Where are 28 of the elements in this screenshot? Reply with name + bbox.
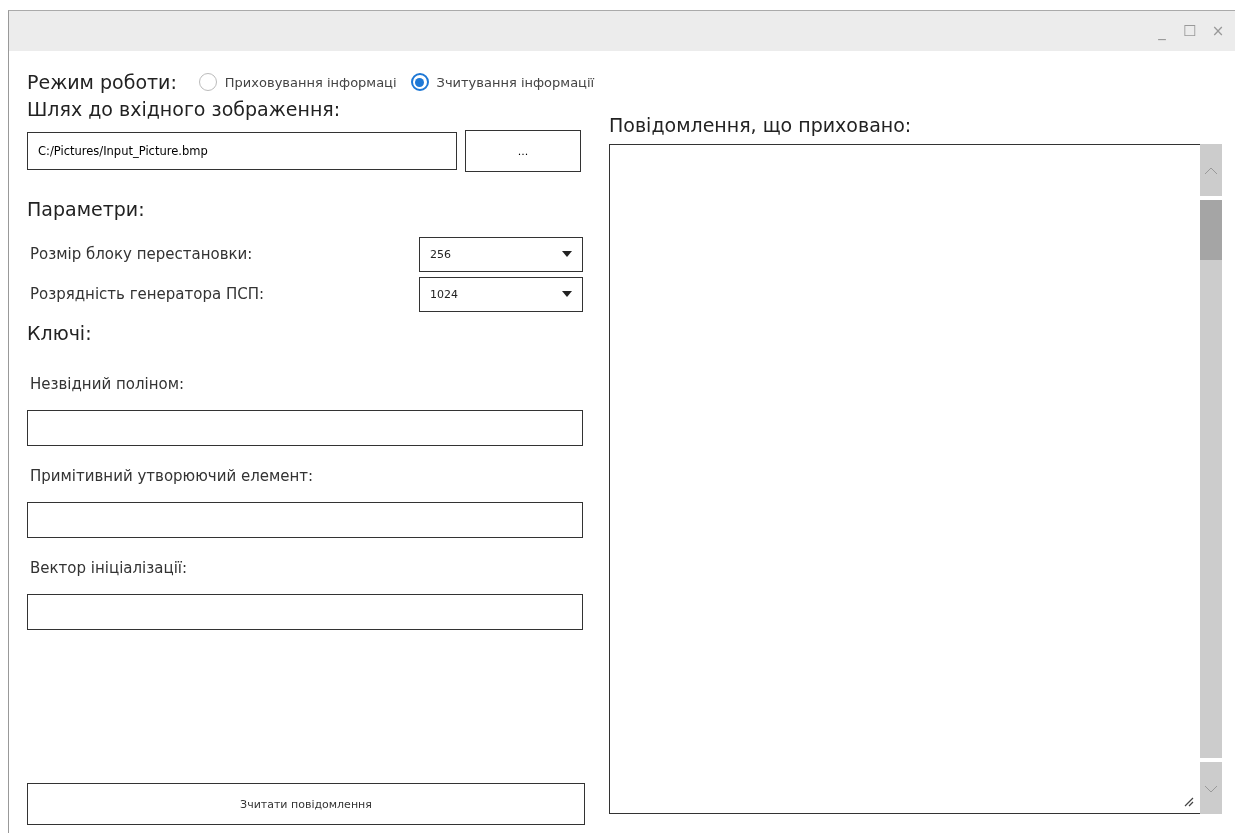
caret-icon: [562, 291, 572, 297]
radio-button[interactable]: [410, 73, 429, 91]
scroll-up-icon[interactable]: [1200, 144, 1222, 196]
scroll-thumb[interactable]: [1200, 200, 1222, 260]
caret-icon: [562, 251, 572, 257]
radio-label[interactable]: Зчитування інформації: [436, 74, 595, 90]
section-heading: Шлях до вхідного зображення:: [27, 98, 342, 122]
dropdown[interactable]: 1024: [419, 276, 583, 312]
field-label: Вектор ініціалізації:: [29, 558, 189, 579]
path-field[interactable]: C:/Pictures/Input_Picture.bmp: [27, 132, 457, 170]
field-label: Примітивний утворюючий елемент:: [29, 466, 315, 487]
mode-label: Режим роботи:: [27, 71, 177, 93]
parameter-label: Розмір блоку перестановки:: [29, 245, 253, 263]
read-message-button[interactable]: Зчитати повідомлення: [27, 783, 585, 825]
radio-label[interactable]: Приховування інформаці: [224, 74, 397, 90]
input-field[interactable]: [27, 502, 583, 538]
scrollbar[interactable]: [1200, 144, 1222, 814]
browse-button[interactable]: ...: [465, 130, 581, 172]
scroll-down-icon[interactable]: [1200, 762, 1222, 814]
dropdown[interactable]: 256: [419, 236, 583, 272]
input-field[interactable]: [27, 410, 583, 446]
field-label: Незвідний поліном:: [29, 374, 186, 395]
input-field[interactable]: [27, 594, 583, 630]
section-heading: Ключі:: [27, 322, 93, 346]
section-heading: Параметри:: [27, 198, 146, 222]
resize-grip-icon[interactable]: [1184, 797, 1194, 807]
section-heading: Повідомлення, що приховано:: [609, 113, 913, 136]
parameter-label: Розрядність генератора ПСП:: [29, 285, 265, 303]
